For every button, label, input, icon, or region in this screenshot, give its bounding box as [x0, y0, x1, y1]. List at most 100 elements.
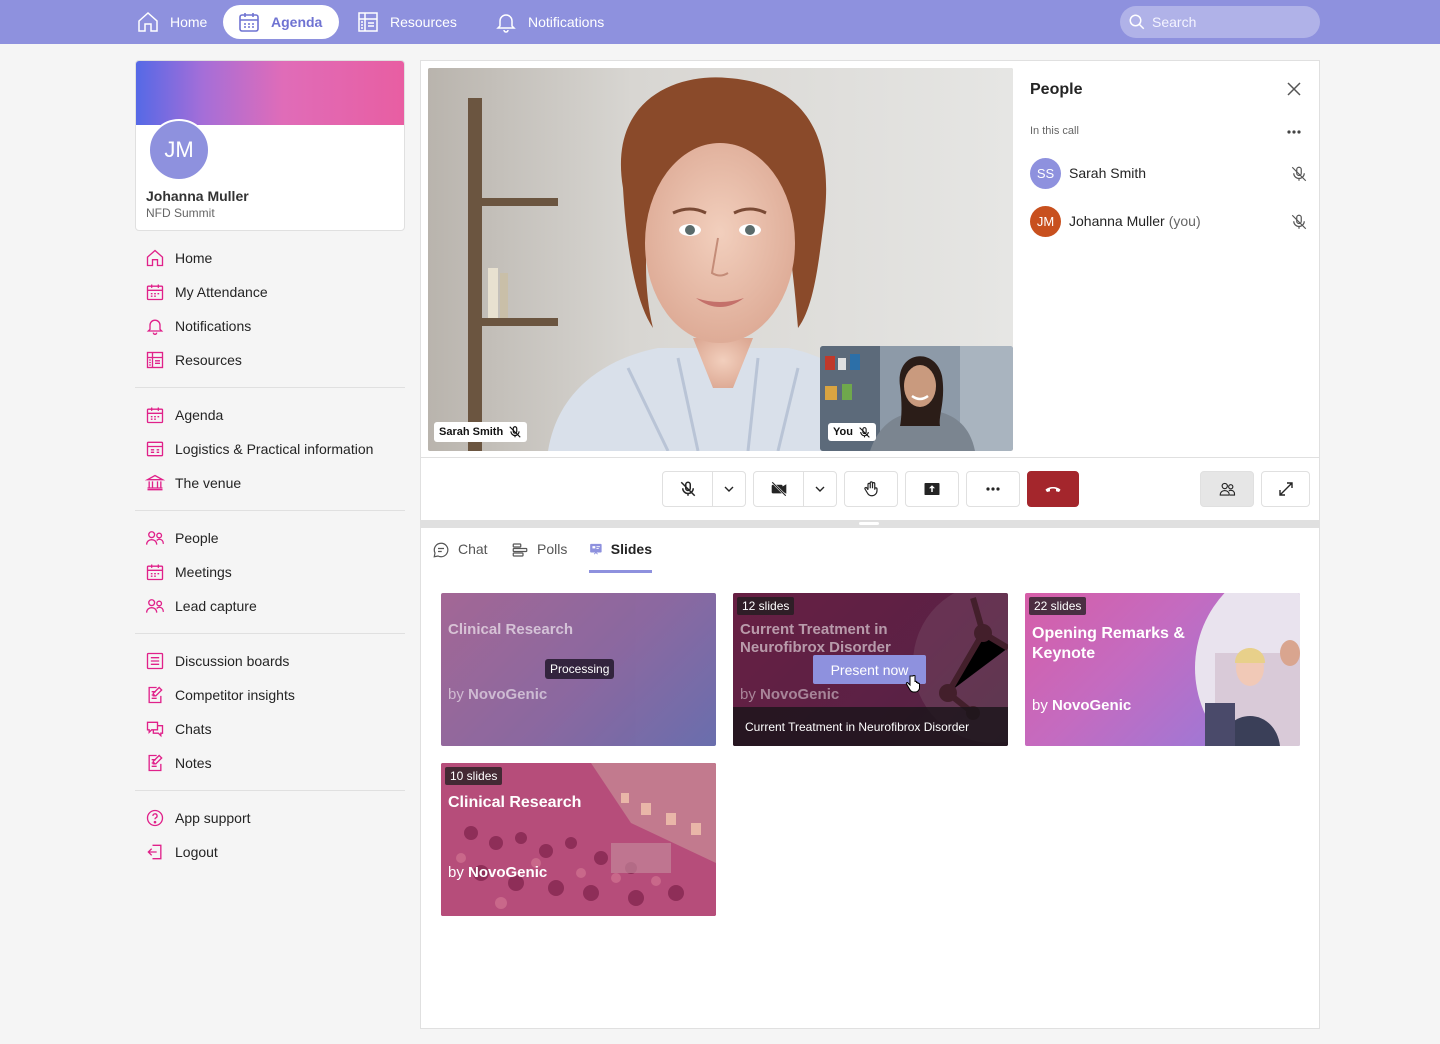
sidebar-item-app-support[interactable]: App support — [135, 801, 405, 835]
topnav-agenda[interactable]: Agenda — [223, 5, 339, 39]
chevron-down-icon — [724, 486, 734, 492]
sidebar-item-label: Competitor insights — [175, 687, 295, 703]
sidebar-item-competitor-insights[interactable]: Competitor insights — [135, 678, 405, 712]
slide-count-badge: 12 slides — [737, 597, 795, 615]
home-icon — [146, 249, 164, 267]
self-name-tag: You — [828, 423, 876, 441]
topnav-home[interactable]: Home — [122, 5, 221, 39]
tab-polls[interactable]: Polls — [511, 541, 567, 573]
sidebar-item-logout[interactable]: Logout — [135, 835, 405, 869]
sidebar-item-agenda[interactable]: Agenda — [135, 398, 405, 432]
tab-chat-label: Chat — [458, 541, 488, 557]
home-icon — [138, 11, 158, 32]
sidebar-item-home[interactable]: Home — [135, 241, 405, 275]
self-video[interactable]: You — [820, 346, 1013, 451]
sidebar-item-my-attendance[interactable]: My Attendance — [135, 275, 405, 309]
note-edit-icon — [148, 754, 163, 772]
calendar-icon — [146, 284, 164, 301]
slide-title: Opening Remarks & Keynote — [1032, 625, 1185, 662]
mic-toggle-button[interactable] — [663, 472, 713, 506]
slide-title: Clinical Research — [448, 794, 582, 811]
sidebar-item-people[interactable]: People — [135, 521, 405, 555]
chat-icon — [146, 721, 164, 738]
camera-options-button[interactable] — [804, 472, 836, 506]
meeting-panel: Sarah Smith You People In this call SS S… — [420, 60, 1320, 1029]
topnav-resources[interactable]: Resources — [342, 5, 471, 39]
venue-icon — [145, 474, 165, 491]
crowd-photo-illustration — [441, 763, 716, 916]
search-input[interactable] — [1152, 14, 1312, 30]
slide-count-badge: 22 slides — [1029, 597, 1087, 615]
sidebar-item-notes[interactable]: Notes — [135, 746, 405, 780]
sidebar-divider — [135, 387, 405, 388]
tab-chat[interactable]: Chat — [432, 541, 488, 573]
self-label: You — [833, 426, 853, 438]
people-section-label: In this call — [1030, 125, 1079, 137]
sidebar-item-chats[interactable]: Chats — [135, 712, 405, 746]
tab-slides-label: Slides — [610, 541, 652, 557]
slide-brand: by NovoGenic — [448, 864, 547, 881]
topnav-notifications[interactable]: Notifications — [480, 5, 618, 39]
sidebar-divider — [135, 790, 405, 791]
slide-brand-name: NovoGenic — [760, 686, 840, 703]
sidebar-item-label: Meetings — [175, 564, 232, 580]
share-screen-button[interactable] — [905, 471, 959, 507]
logout-icon — [147, 844, 162, 860]
participant-name: Sarah Smith — [1069, 165, 1147, 181]
camera-toggle-button[interactable] — [754, 472, 804, 506]
calendar-icon — [239, 13, 259, 32]
people-toggle-button[interactable] — [1200, 471, 1254, 507]
mic-off-icon — [1291, 214, 1307, 230]
mic-off-icon — [680, 481, 695, 497]
topnav-agenda-label: Agenda — [271, 14, 323, 30]
top-nav-bar: Home Agenda Resources Notifications — [0, 0, 1440, 44]
more-options-icon[interactable] — [1286, 125, 1302, 139]
slide-card[interactable]: 10 slides Clinical Research by NovoGenic — [441, 763, 716, 916]
fullscreen-button[interactable] — [1261, 471, 1310, 507]
raise-hand-button[interactable] — [844, 471, 898, 507]
board-icon — [146, 652, 164, 670]
mic-off-icon — [509, 426, 521, 438]
sidebar-item-meetings[interactable]: Meetings — [135, 555, 405, 589]
resize-handle[interactable] — [859, 522, 879, 525]
avatar[interactable]: JM — [148, 119, 210, 181]
panel-resize-bar[interactable] — [421, 520, 1319, 528]
audience-photo-illustration — [1195, 593, 1300, 746]
participant-row[interactable]: JM Johanna Muller (you) — [1030, 205, 1310, 237]
search-icon — [1129, 14, 1145, 30]
mic-toggle-group[interactable] — [662, 471, 746, 507]
search-box[interactable] — [1120, 6, 1320, 38]
tab-slides[interactable]: Slides — [589, 541, 652, 573]
sidebar-item-notifications[interactable]: Notifications — [135, 309, 405, 343]
slide-brand-name: NovoGenic — [468, 864, 548, 881]
calendar-icon — [146, 564, 164, 581]
slide-card[interactable]: 12 slides Current Treatment in Neurofibr… — [733, 593, 1008, 746]
sidebar-divider — [135, 510, 405, 511]
chevron-down-icon — [815, 486, 825, 492]
hand-pointer-cursor-icon — [905, 675, 920, 693]
mic-options-button[interactable] — [713, 472, 745, 506]
close-icon[interactable] — [1286, 81, 1302, 97]
profile-card: JM Johanna Muller NFD Summit — [135, 60, 405, 231]
end-call-button[interactable] — [1027, 471, 1079, 507]
participant-row[interactable]: SS Sarah Smith — [1030, 157, 1310, 189]
calendar-icon — [146, 407, 164, 424]
slide-card[interactable]: 22 slides Opening Remarks & Keynote by N… — [1025, 593, 1300, 746]
people-icon — [146, 599, 164, 613]
sidebar-item-label: Chats — [175, 721, 212, 737]
sidebar-item-logistics[interactable]: Logistics & Practical information — [135, 432, 405, 466]
sidebar-item-label: Notifications — [175, 318, 252, 334]
sidebar-item-resources[interactable]: Resources — [135, 343, 405, 377]
slide-caption-bar: Current Treatment in Neurofibrox Disorde… — [733, 707, 1008, 746]
slide-by: by — [448, 686, 464, 703]
hang-up-icon — [1045, 486, 1061, 492]
sidebar-item-lead-capture[interactable]: Lead capture — [135, 589, 405, 623]
sidebar-item-discussion-boards[interactable]: Discussion boards — [135, 644, 405, 678]
slide-by: by — [740, 686, 756, 703]
camera-toggle-group[interactable] — [753, 471, 837, 507]
slide-title: Current Treatment in Neurofibrox Disorde… — [740, 621, 891, 656]
main-video[interactable]: Sarah Smith You — [428, 68, 1013, 451]
more-actions-button[interactable] — [966, 471, 1020, 507]
people-icon — [1219, 482, 1236, 496]
sidebar-item-venue[interactable]: The venue — [135, 466, 405, 500]
